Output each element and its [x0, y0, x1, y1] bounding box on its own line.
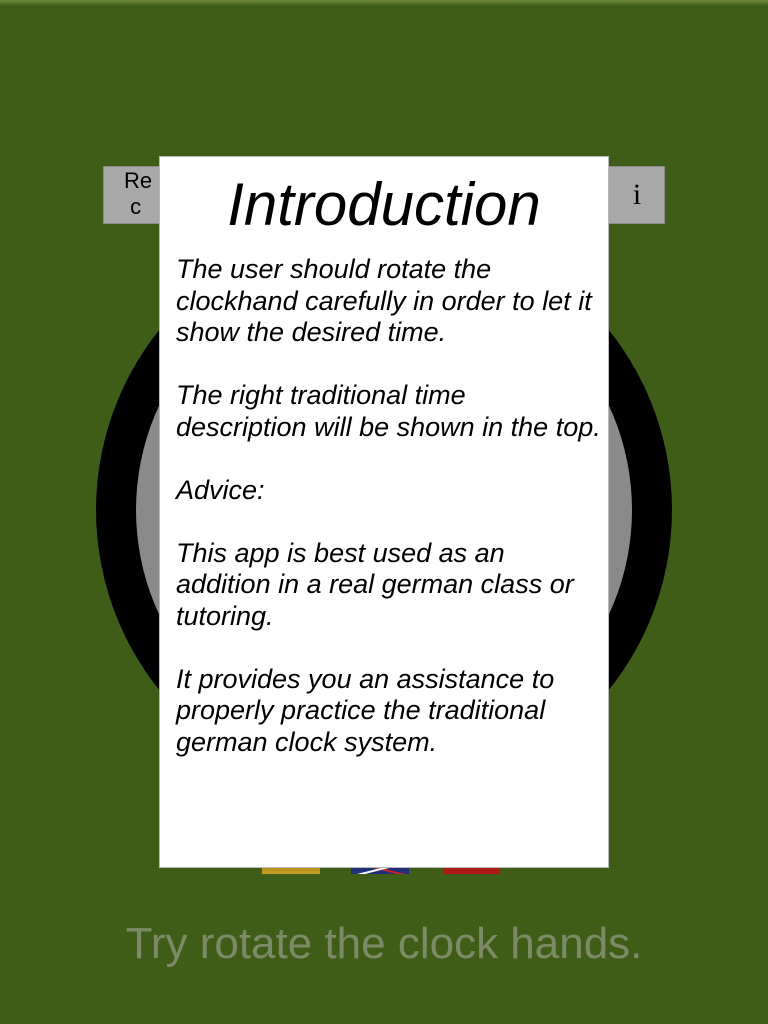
- hint-text: Try rotate the clock hands.: [125, 919, 643, 968]
- dialog-body: The user should rotate the clockhand car…: [176, 254, 602, 790]
- top-edge: [0, 0, 768, 6]
- dialog-title: Introduction: [227, 171, 541, 238]
- dialog-paragraph: It provides you an assistance to properl…: [176, 663, 555, 757]
- dialog-paragraph: The user should rotate the clockhand car…: [176, 254, 592, 347]
- dialog-paragraph: The right traditional time description w…: [176, 380, 601, 442]
- dialog-paragraph: Advice:: [176, 474, 265, 505]
- dialog-paragraph: This app is best used as an addition in …: [176, 537, 574, 631]
